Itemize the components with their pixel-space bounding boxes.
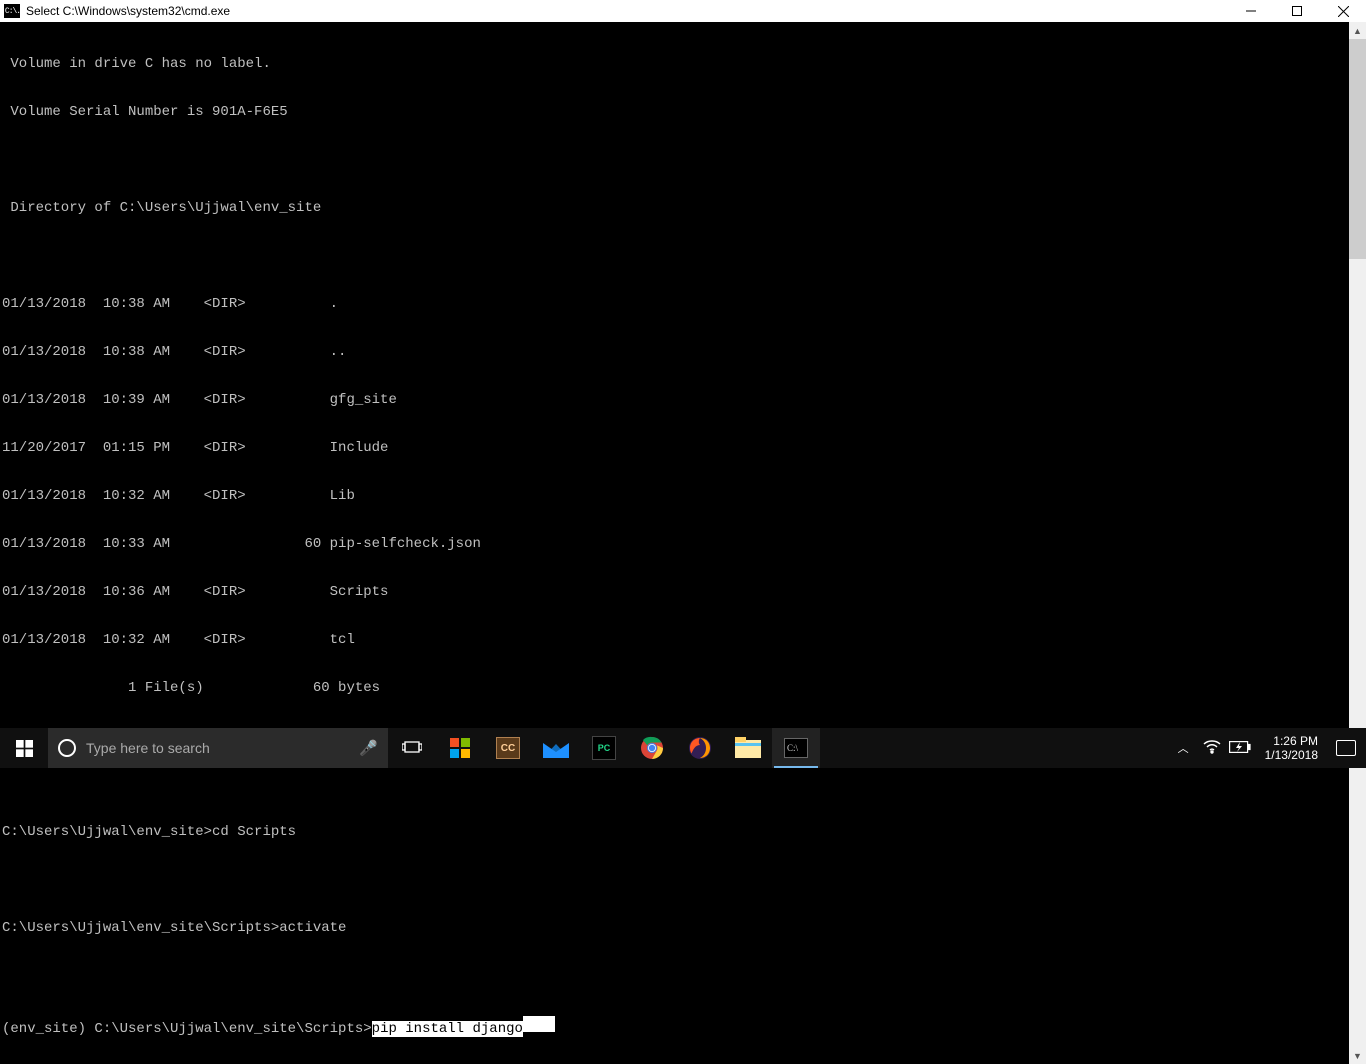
scroll-thumb[interactable] xyxy=(1349,39,1366,259)
terminal-line xyxy=(2,872,1349,888)
taskbar-app-store[interactable] xyxy=(436,728,484,768)
taskbar-app-cmd[interactable]: C:\ xyxy=(772,728,820,768)
wifi-icon[interactable] xyxy=(1203,740,1221,757)
terminal-line: 01/13/2018 10:39 AM <DIR> gfg_site xyxy=(2,392,1349,408)
terminal-line: 01/13/2018 10:36 AM <DIR> Scripts xyxy=(2,584,1349,600)
terminal-cursor xyxy=(523,1016,555,1032)
action-center-icon[interactable] xyxy=(1336,740,1356,756)
search-box[interactable]: Type here to search 🎤 xyxy=(48,728,388,768)
terminal-selected-input: pip install django xyxy=(372,1021,523,1037)
terminal-line: 1 File(s) 60 bytes xyxy=(2,680,1349,696)
terminal-line: 11/20/2017 01:15 PM <DIR> Include xyxy=(2,440,1349,456)
terminal-prompt: (env_site) C:\Users\Ujjwal\env_site\Scri… xyxy=(2,1021,372,1037)
taskbar-apps: CC PC C:\ xyxy=(436,728,820,768)
terminal-prompt-line: (env_site) C:\Users\Ujjwal\env_site\Scri… xyxy=(2,1016,1349,1032)
taskbar-app-cc[interactable]: CC xyxy=(484,728,532,768)
terminal-line xyxy=(2,968,1349,984)
cortana-icon xyxy=(58,739,76,757)
terminal-line: 01/13/2018 10:38 AM <DIR> . xyxy=(2,296,1349,312)
task-view-button[interactable] xyxy=(388,728,436,768)
terminal-line: Directory of C:\Users\Ujjwal\env_site xyxy=(2,200,1349,216)
terminal-line: 01/13/2018 10:38 AM <DIR> .. xyxy=(2,344,1349,360)
clock[interactable]: 1:26 PM 1/13/2018 xyxy=(1259,734,1324,762)
taskbar-app-mail[interactable] xyxy=(532,728,580,768)
minimize-button[interactable] xyxy=(1228,0,1274,22)
tray-overflow-button[interactable]: ︿ xyxy=(1172,740,1195,756)
terminal-line: C:\Users\Ujjwal\env_site>cd Scripts xyxy=(2,824,1349,840)
clock-time: 1:26 PM xyxy=(1265,734,1318,748)
close-button[interactable] xyxy=(1320,0,1366,22)
cmd-window: C:\. Select C:\Windows\system32\cmd.exe … xyxy=(0,0,1366,728)
terminal-line: 01/13/2018 10:32 AM <DIR> tcl xyxy=(2,632,1349,648)
vertical-scrollbar[interactable]: ▲ ▼ xyxy=(1349,22,1366,1064)
terminal-line: Volume Serial Number is 901A-F6E5 xyxy=(2,104,1349,120)
terminal-line xyxy=(2,152,1349,168)
terminal-line xyxy=(2,248,1349,264)
terminal-line xyxy=(2,776,1349,792)
terminal-line: Volume in drive C has no label. xyxy=(2,56,1349,72)
terminal-line: C:\Users\Ujjwal\env_site\Scripts>activat… xyxy=(2,920,1349,936)
titlebar[interactable]: C:\. Select C:\Windows\system32\cmd.exe xyxy=(0,0,1366,22)
start-button[interactable] xyxy=(0,728,48,768)
terminal-output[interactable]: Volume in drive C has no label. Volume S… xyxy=(0,22,1349,1064)
taskbar-app-firefox[interactable] xyxy=(676,728,724,768)
taskbar-app-explorer[interactable] xyxy=(724,728,772,768)
mic-icon[interactable]: 🎤 xyxy=(359,739,378,757)
terminal-line: 01/13/2018 10:32 AM <DIR> Lib xyxy=(2,488,1349,504)
search-placeholder: Type here to search xyxy=(86,740,349,756)
battery-icon[interactable] xyxy=(1229,741,1251,756)
maximize-button[interactable] xyxy=(1274,0,1320,22)
taskbar-app-pycharm[interactable]: PC xyxy=(580,728,628,768)
taskbar-app-chrome[interactable] xyxy=(628,728,676,768)
terminal-line: 01/13/2018 10:33 AM 60 pip-selfcheck.jso… xyxy=(2,536,1349,552)
cmd-icon: C:\. xyxy=(4,4,20,18)
clock-date: 1/13/2018 xyxy=(1265,748,1318,762)
system-tray: ︿ 1:26 PM 1/13/2018 xyxy=(1172,728,1366,768)
scroll-up-button[interactable]: ▲ xyxy=(1349,22,1366,39)
window-title: Select C:\Windows\system32\cmd.exe xyxy=(26,4,230,18)
taskbar: Type here to search 🎤 CC PC xyxy=(0,728,1366,768)
scroll-down-button[interactable]: ▼ xyxy=(1349,1047,1366,1064)
